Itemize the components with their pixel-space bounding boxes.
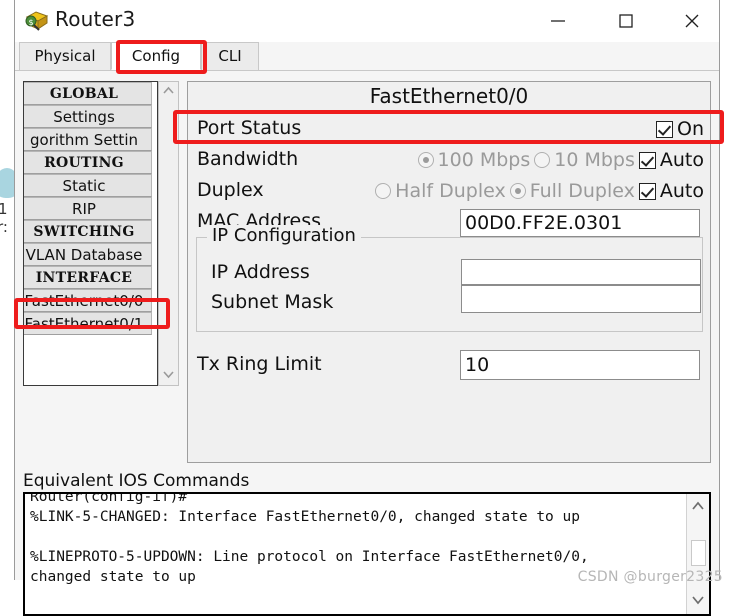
ip-address-label: IP Address [211, 261, 310, 283]
port-status-label: Port Status [197, 117, 302, 139]
ip-configuration-group: IP Configuration IP Address Subnet Mask [196, 225, 703, 332]
duplex-option-full-label: Full Duplex [529, 180, 635, 202]
chevron-up-icon[interactable] [687, 496, 709, 518]
bandwidth-label: Bandwidth [197, 148, 299, 170]
config-sidebar-list: GLOBAL Settings gorithm Settin ROUTING S… [24, 82, 152, 335]
port-status-checkbox[interactable] [656, 120, 673, 138]
subnet-mask-label: Subnet Mask [211, 291, 334, 313]
sidebar-item-global[interactable]: GLOBAL [24, 82, 152, 105]
tab-config[interactable]: Config [111, 42, 201, 70]
duplex-row: Duplex Half Duplex Full Duplex Auto [188, 176, 710, 206]
router-config-window: $ Router3 Physical Config CLI GLOBAL Set… [14, 0, 720, 616]
port-status-checkbox-label: On [677, 118, 704, 140]
bandwidth-radio-10mbps[interactable] [534, 152, 551, 168]
mac-address-input[interactable]: 00D0.FF2E.0301 [460, 209, 700, 237]
bandwidth-auto-checkbox[interactable] [638, 151, 656, 169]
duplex-label: Duplex [197, 179, 264, 201]
sidebar-scrollbar[interactable] [158, 81, 179, 386]
config-content: GLOBAL Settings gorithm Settin ROUTING S… [15, 71, 719, 616]
port-status-row: Port Status On [188, 114, 710, 144]
bandwidth-control: 100 Mbps 10 Mbps Auto [417, 149, 704, 171]
background-text-1: 1 [0, 200, 8, 218]
sidebar-item-fastethernet0-1[interactable]: FastEthernet0/1 [24, 312, 152, 335]
sidebar-item-algorithm-settings[interactable]: gorithm Settin [24, 128, 152, 151]
title-bar: $ Router3 [15, 0, 719, 42]
tx-ring-limit-label: Tx Ring Limit [197, 353, 322, 375]
console-scrollbar[interactable] [686, 494, 709, 614]
sidebar-item-switching[interactable]: SWITCHING [24, 220, 152, 243]
tx-ring-limit-input[interactable]: 10 [460, 350, 700, 380]
minimize-icon[interactable] [535, 0, 581, 42]
sidebar-item-rip[interactable]: RIP [24, 197, 152, 220]
tx-ring-limit-row: Tx Ring Limit 10 [188, 350, 710, 380]
chevron-down-icon[interactable] [159, 366, 178, 385]
chevron-up-icon[interactable] [159, 82, 178, 101]
svg-text:$: $ [28, 18, 33, 27]
console-output-text: Router(config-if)# %LINK-5-CHANGED: Inte… [30, 492, 589, 585]
bandwidth-auto-label: Auto [659, 149, 704, 171]
maximize-icon[interactable] [603, 0, 649, 42]
ip-configuration-legend: IP Configuration [207, 225, 361, 246]
bandwidth-row: Bandwidth 100 Mbps 10 Mbps Auto [188, 145, 710, 175]
duplex-radio-half[interactable] [375, 183, 392, 199]
duplex-option-half-label: Half Duplex [395, 180, 506, 202]
sidebar-item-settings[interactable]: Settings [24, 105, 152, 128]
bandwidth-option-100mbps-label: 100 Mbps [437, 149, 531, 171]
duplex-auto-checkbox[interactable] [638, 182, 656, 200]
console-scrollbar-thumb[interactable] [691, 540, 706, 566]
duplex-auto-label: Auto [659, 180, 704, 202]
sidebar-item-interface[interactable]: INTERFACE [24, 266, 152, 289]
ip-address-input[interactable] [461, 259, 701, 285]
equivalent-ios-commands-label: Equivalent IOS Commands [23, 471, 250, 491]
chevron-down-icon[interactable] [687, 590, 709, 612]
panel-title: FastEthernet0/0 [369, 84, 529, 108]
subnet-mask-input[interactable] [461, 285, 701, 313]
bandwidth-option-10mbps-label: 10 Mbps [554, 149, 635, 171]
window-title: Router3 [55, 7, 136, 31]
tab-physical[interactable]: Physical [19, 42, 111, 70]
sidebar-item-static[interactable]: Static [24, 174, 152, 197]
duplex-radio-full[interactable] [509, 183, 526, 199]
sidebar-item-vlan-database[interactable]: VLAN Database [24, 243, 152, 266]
watermark: CSDN @burger2325 [577, 569, 723, 585]
background-text-2: r: [0, 218, 8, 236]
config-sidebar[interactable]: GLOBAL Settings gorithm Settin ROUTING S… [23, 81, 158, 386]
close-icon[interactable] [669, 0, 715, 42]
router-icon: $ [23, 8, 49, 32]
tab-bar: Physical Config CLI [15, 42, 719, 71]
tab-cli[interactable]: CLI [201, 42, 259, 70]
sidebar-item-routing[interactable]: ROUTING [24, 151, 152, 174]
interface-config-panel: FastEthernet0/0 Port Status On Bandwidth… [187, 81, 711, 463]
bandwidth-radio-100mbps[interactable] [417, 152, 434, 168]
duplex-control: Half Duplex Full Duplex Auto [375, 180, 704, 202]
equivalent-ios-commands-console[interactable]: Router(config-if)# %LINK-5-CHANGED: Inte… [23, 492, 711, 616]
sidebar-item-fastethernet0-0[interactable]: FastEthernet0/0 [24, 289, 152, 312]
port-status-control: On [656, 118, 704, 140]
